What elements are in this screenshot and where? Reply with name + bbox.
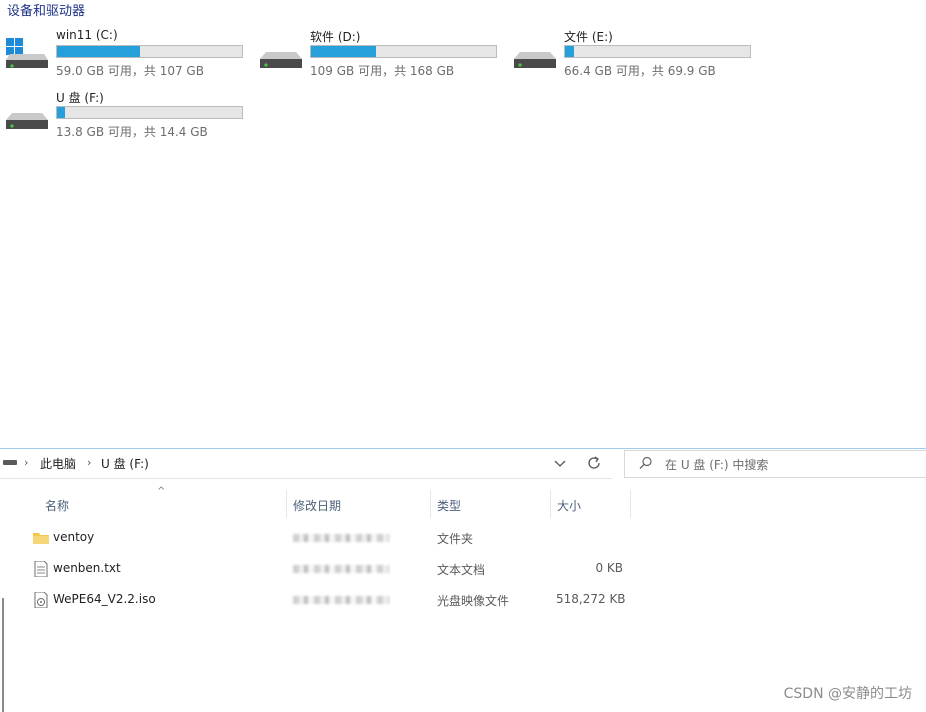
file-size: 518,272 KB — [556, 592, 626, 606]
column-type[interactable]: 类型 — [437, 497, 461, 525]
file-row[interactable]: ventoy 文件夹 — [0, 523, 926, 553]
file-size: 0 KB — [595, 561, 623, 575]
drive-icon — [3, 460, 17, 465]
file-type: 文本文档 — [437, 563, 486, 577]
drive-usage-bar — [310, 45, 497, 58]
search-icon — [639, 456, 652, 469]
file-name: WePE64_V2.2.iso — [53, 592, 156, 606]
file-row[interactable]: wenben.txt 文本文档 0 KB — [0, 554, 926, 584]
folder-icon — [33, 533, 49, 544]
drive-f[interactable]: U 盘 (F:) 13.8 GB 可用，共 14.4 GB — [6, 89, 246, 145]
file-name: wenben.txt — [53, 561, 121, 575]
drive-size: 13.8 GB 可用，共 14.4 GB — [56, 125, 208, 139]
file-row[interactable]: WePE64_V2.2.iso 光盘映像文件 518,272 KB — [0, 585, 926, 615]
column-separator[interactable] — [430, 490, 431, 518]
file-date-redacted — [293, 565, 389, 573]
search-box[interactable]: 在 U 盘 (F:) 中搜索 — [624, 450, 926, 478]
file-name: ventoy — [53, 530, 95, 544]
hard-drive-icon — [514, 52, 556, 68]
drive-usage-bar — [56, 45, 243, 58]
drive-e[interactable]: 文件 (E:) 66.4 GB 可用，共 69.9 GB — [514, 28, 754, 84]
sort-up-icon: ^ — [157, 486, 166, 497]
breadcrumb-this-pc[interactable]: 此电脑 — [40, 455, 76, 472]
disc-image-icon — [34, 592, 48, 608]
chevron-right-icon[interactable]: › — [24, 456, 28, 469]
drive-name: 软件 (D:) — [310, 30, 361, 44]
search-placeholder[interactable]: 在 U 盘 (F:) 中搜索 — [665, 456, 768, 473]
file-type: 文件夹 — [437, 532, 474, 546]
drive-name: U 盘 (F:) — [56, 91, 104, 105]
column-separator[interactable] — [550, 490, 551, 518]
column-separator[interactable] — [286, 490, 287, 518]
refresh-icon[interactable] — [585, 453, 603, 473]
file-date-redacted — [293, 596, 389, 604]
drive-name: 文件 (E:) — [564, 30, 613, 44]
drive-d[interactable]: 软件 (D:) 109 GB 可用，共 168 GB — [260, 28, 500, 84]
column-separator[interactable] — [630, 490, 631, 518]
drive-usage-bar — [56, 106, 243, 119]
breadcrumb-usb-drive[interactable]: U 盘 (F:) — [101, 455, 149, 472]
watermark: CSDN @安静的工坊 — [783, 686, 912, 702]
column-name[interactable]: 名称 — [45, 497, 69, 525]
column-date[interactable]: 修改日期 — [293, 497, 341, 525]
address-bar: › 此电脑 › U 盘 (F:) 在 U 盘 (F:) 中搜索 — [0, 450, 926, 480]
chevron-down-icon[interactable] — [552, 454, 568, 472]
hard-drive-icon — [260, 52, 302, 68]
drive-size: 66.4 GB 可用，共 69.9 GB — [564, 64, 716, 78]
drive-size: 109 GB 可用，共 168 GB — [310, 64, 455, 78]
drive-size: 59.0 GB 可用，共 107 GB — [56, 64, 204, 78]
address-box[interactable]: › 此电脑 › U 盘 (F:) — [0, 450, 612, 479]
file-type: 光盘映像文件 — [437, 594, 510, 608]
drive-name: win11 (C:) — [56, 28, 118, 42]
window-divider — [0, 448, 926, 449]
column-size[interactable]: 大小 — [557, 497, 581, 525]
windows-drive-icon — [6, 38, 48, 68]
section-title: 设备和驱动器 — [7, 4, 86, 19]
chevron-right-icon[interactable]: › — [87, 456, 91, 469]
scrollbar[interactable] — [2, 598, 4, 712]
file-date-redacted — [293, 534, 389, 542]
drive-usage-bar — [564, 45, 751, 58]
drive-c[interactable]: win11 (C:) 59.0 GB 可用，共 107 GB — [6, 28, 246, 84]
text-file-icon — [34, 561, 48, 577]
usb-drive-icon — [6, 113, 48, 129]
